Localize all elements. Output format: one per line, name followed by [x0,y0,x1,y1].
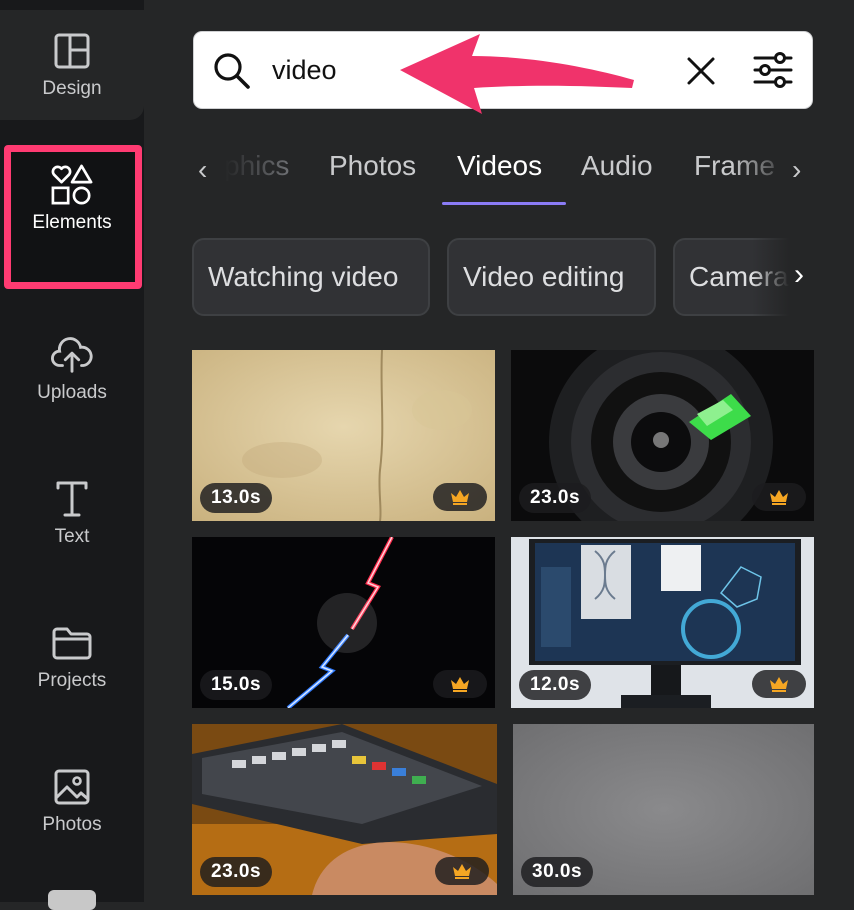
duration-badge: 13.0s [200,483,273,513]
chip-video-editing[interactable]: Video editing [447,238,656,316]
side-panel-nav: Design Elements Uploads Text Projects Ph… [0,0,144,910]
search-icon [212,51,252,96]
crown-icon [433,483,487,511]
tab-photos[interactable]: Photos [329,150,416,182]
duration-badge: 30.0s [521,857,594,887]
sidebar-item-text[interactable]: Text [0,458,144,568]
sidebar-item-label: Design [42,78,102,99]
chips-fade [752,238,814,318]
image-icon [51,766,93,808]
video-thumbnail[interactable]: 15.0s [192,537,495,708]
video-thumbnail[interactable]: 13.0s [192,350,495,521]
tabs-fade-right [732,140,814,200]
tab-audio[interactable]: Audio [581,150,653,182]
video-thumbnail[interactable]: 30.0s [513,724,814,895]
filter-sliders-icon[interactable] [752,50,794,95]
duration-badge: 23.0s [519,483,592,513]
sidebar-item-design[interactable]: Design [0,10,144,120]
duration-badge: 12.0s [519,670,592,700]
duration-badge: 15.0s [200,670,273,700]
category-tabs: phics Photos Videos Audio Frame ‹ › [192,140,814,210]
sidebar-more-item[interactable] [48,890,96,910]
suggestion-chips: Watching video Video editing Camera › [192,238,814,318]
cloud-upload-icon [51,334,93,376]
sidebar-item-elements[interactable]: Elements [0,144,144,254]
sidebar-item-label: Projects [37,670,107,691]
chevron-left-icon[interactable]: ‹ [198,154,207,186]
text-icon [51,478,93,520]
chevron-right-icon[interactable]: › [794,258,804,292]
shapes-icon [51,164,93,206]
crown-icon [435,857,489,885]
tab-videos[interactable]: Videos [457,150,542,182]
crown-icon [752,670,806,698]
sidebar-item-label: Elements [32,212,112,233]
crown-icon [433,670,487,698]
sidebar-item-projects[interactable]: Projects [0,602,144,712]
tabs-fade-left [192,140,302,200]
annotation-arrow [400,34,634,114]
layout-icon [51,30,93,72]
duration-badge: 23.0s [200,857,273,887]
crown-icon [752,483,806,511]
sidebar-item-uploads[interactable]: Uploads [0,314,144,424]
chip-watching-video[interactable]: Watching video [192,238,430,316]
sidebar-item-label: Text [54,526,90,547]
sidebar-item-label: Photos [42,814,102,835]
video-thumbnail[interactable]: 12.0s [511,537,814,708]
sidebar-item-label: Uploads [37,382,107,403]
folder-icon [51,622,93,664]
video-thumbnail[interactable]: 23.0s [192,724,497,895]
active-tab-indicator [442,202,566,205]
chevron-right-icon[interactable]: › [792,154,801,186]
close-icon[interactable] [686,56,716,91]
video-thumbnail[interactable]: 23.0s [511,350,814,521]
sidebar-item-photos[interactable]: Photos [0,746,144,856]
